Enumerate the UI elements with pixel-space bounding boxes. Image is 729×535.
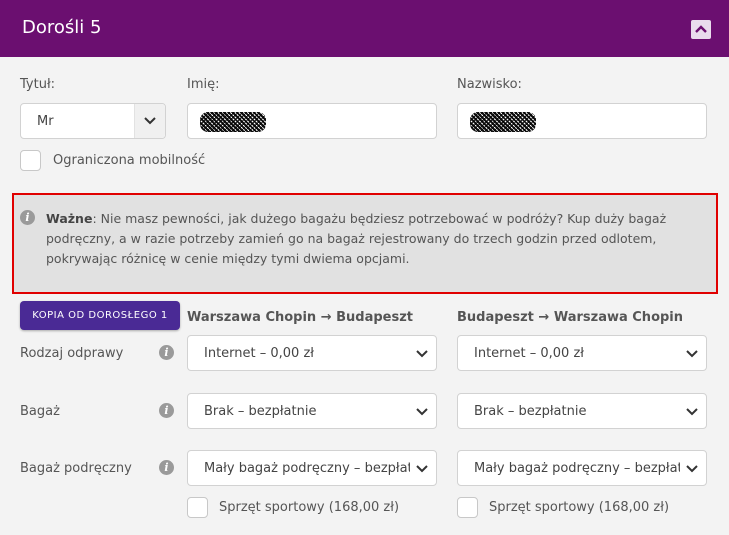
last-name-input[interactable] bbox=[457, 103, 707, 139]
title-select[interactable]: Mr bbox=[20, 103, 166, 139]
title-select-arrow[interactable] bbox=[134, 104, 165, 138]
reduced-mobility-checkbox[interactable] bbox=[20, 150, 41, 171]
baggage-label: Bagaż bbox=[20, 404, 60, 419]
return-checkin-value: Internet – 0,00 zł bbox=[474, 346, 584, 361]
outbound-sport-checkbox[interactable] bbox=[187, 497, 208, 518]
return-sport-label: Sprzęt sportowy (168,00 zł) bbox=[489, 500, 670, 515]
baggage-notice: i Ważne: Nie masz pewności, jak dużego b… bbox=[12, 193, 718, 294]
chevron-down-icon bbox=[686, 465, 698, 473]
copy-from-adult-button[interactable]: KOPIA OD DOROSŁEGO 1 bbox=[20, 301, 180, 330]
first-name-label: Imię: bbox=[187, 77, 220, 92]
outbound-checkin-select[interactable]: Internet – 0,00 zł bbox=[187, 335, 437, 371]
return-baggage-select[interactable]: Brak – bezpłatnie bbox=[457, 393, 707, 429]
outbound-baggage-value: Brak – bezpłatnie bbox=[204, 404, 317, 419]
chevron-down-icon bbox=[416, 350, 428, 358]
title-select-value: Mr bbox=[37, 114, 54, 129]
return-route: Budapeszt → Warszawa Chopin bbox=[457, 310, 684, 325]
passenger-title: Dorośli 5 bbox=[22, 17, 102, 38]
return-cabin-select[interactable]: Mały bagaż podręczny – bezpłatnie bbox=[457, 450, 707, 486]
info-icon: i bbox=[20, 210, 35, 225]
outbound-sport-label: Sprzęt sportowy (168,00 zł) bbox=[219, 500, 400, 515]
first-name-input[interactable] bbox=[187, 103, 437, 139]
outbound-baggage-select[interactable]: Brak – bezpłatnie bbox=[187, 393, 437, 429]
checkin-info-icon[interactable]: i bbox=[159, 345, 174, 360]
chevron-down-icon bbox=[686, 350, 698, 358]
chevron-down-icon bbox=[416, 465, 428, 473]
redacted-first-name bbox=[200, 112, 266, 132]
chevron-down-icon bbox=[144, 117, 156, 125]
chevron-up-icon bbox=[695, 25, 707, 33]
title-label: Tytuł: bbox=[20, 77, 56, 92]
cabin-baggage-label: Bagaż podręczny bbox=[20, 461, 132, 476]
checkin-label: Rodzaj odprawy bbox=[20, 346, 124, 361]
outbound-cabin-value: Mały bagaż podręczny – bezpłatnie bbox=[204, 461, 410, 476]
cabin-info-icon[interactable]: i bbox=[159, 460, 174, 475]
passenger-header: Dorośli 5 bbox=[0, 0, 729, 57]
baggage-info-icon[interactable]: i bbox=[159, 403, 174, 418]
notice-text: Ważne: Nie masz pewności, jak dużego bag… bbox=[46, 209, 711, 269]
return-checkin-select[interactable]: Internet – 0,00 zł bbox=[457, 335, 707, 371]
chevron-down-icon bbox=[416, 408, 428, 416]
notice-body: : Nie masz pewności, jak dużego bagażu b… bbox=[46, 211, 667, 266]
return-baggage-value: Brak – bezpłatnie bbox=[474, 404, 587, 419]
redacted-last-name bbox=[470, 112, 536, 132]
notice-bold: Ważne bbox=[46, 211, 93, 226]
reduced-mobility-label: Ograniczona mobilność bbox=[53, 153, 206, 168]
outbound-route: Warszawa Chopin → Budapeszt bbox=[187, 310, 414, 325]
chevron-down-icon bbox=[686, 408, 698, 416]
return-cabin-value: Mały bagaż podręczny – bezpłatnie bbox=[474, 461, 680, 476]
outbound-checkin-value: Internet – 0,00 zł bbox=[204, 346, 314, 361]
outbound-cabin-select[interactable]: Mały bagaż podręczny – bezpłatnie bbox=[187, 450, 437, 486]
return-sport-checkbox[interactable] bbox=[457, 497, 478, 518]
last-name-label: Nazwisko: bbox=[457, 77, 522, 92]
collapse-button[interactable] bbox=[691, 20, 711, 39]
